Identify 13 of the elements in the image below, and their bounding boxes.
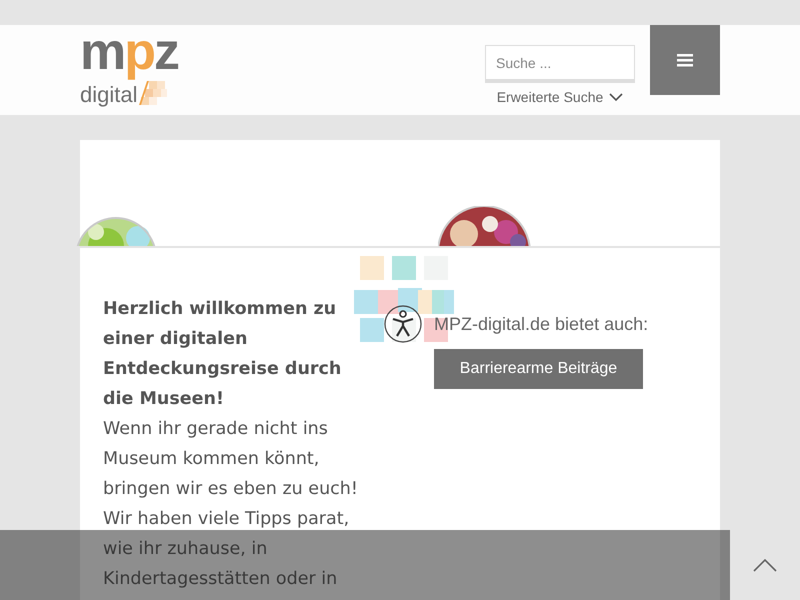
- accessibility-icon: [384, 305, 422, 343]
- advanced-search-toggle[interactable]: Erweiterte Suche: [485, 89, 635, 105]
- logo-wordmark[interactable]: mpz: [80, 23, 178, 81]
- welcome-paragraph: Wenn ihr gerade nicht ins Museum kommen könnt, bringen wir es eben zu euch! Wir haben viele Tipps parat, wie ihr zuhause, in Kindertagesstätten oder in: [103, 418, 359, 591]
- menu-icon: [677, 54, 693, 66]
- welcome-heading: Herzlich willkommen zu einer digitalen Entdeckungsreise durch die Museen!: [103, 298, 342, 411]
- logo-tagline: digital: [80, 83, 138, 107]
- search-field[interactable]: Suche ...: [485, 45, 635, 83]
- chevron-up-icon: [753, 558, 777, 572]
- offer-label: MPZ-digital.de bietet auch:: [434, 314, 648, 334]
- menu-button[interactable]: [650, 25, 720, 95]
- chevron-down-icon: [609, 92, 624, 102]
- accessible-posts-button[interactable]: Barrierearme Beiträge: [434, 349, 643, 389]
